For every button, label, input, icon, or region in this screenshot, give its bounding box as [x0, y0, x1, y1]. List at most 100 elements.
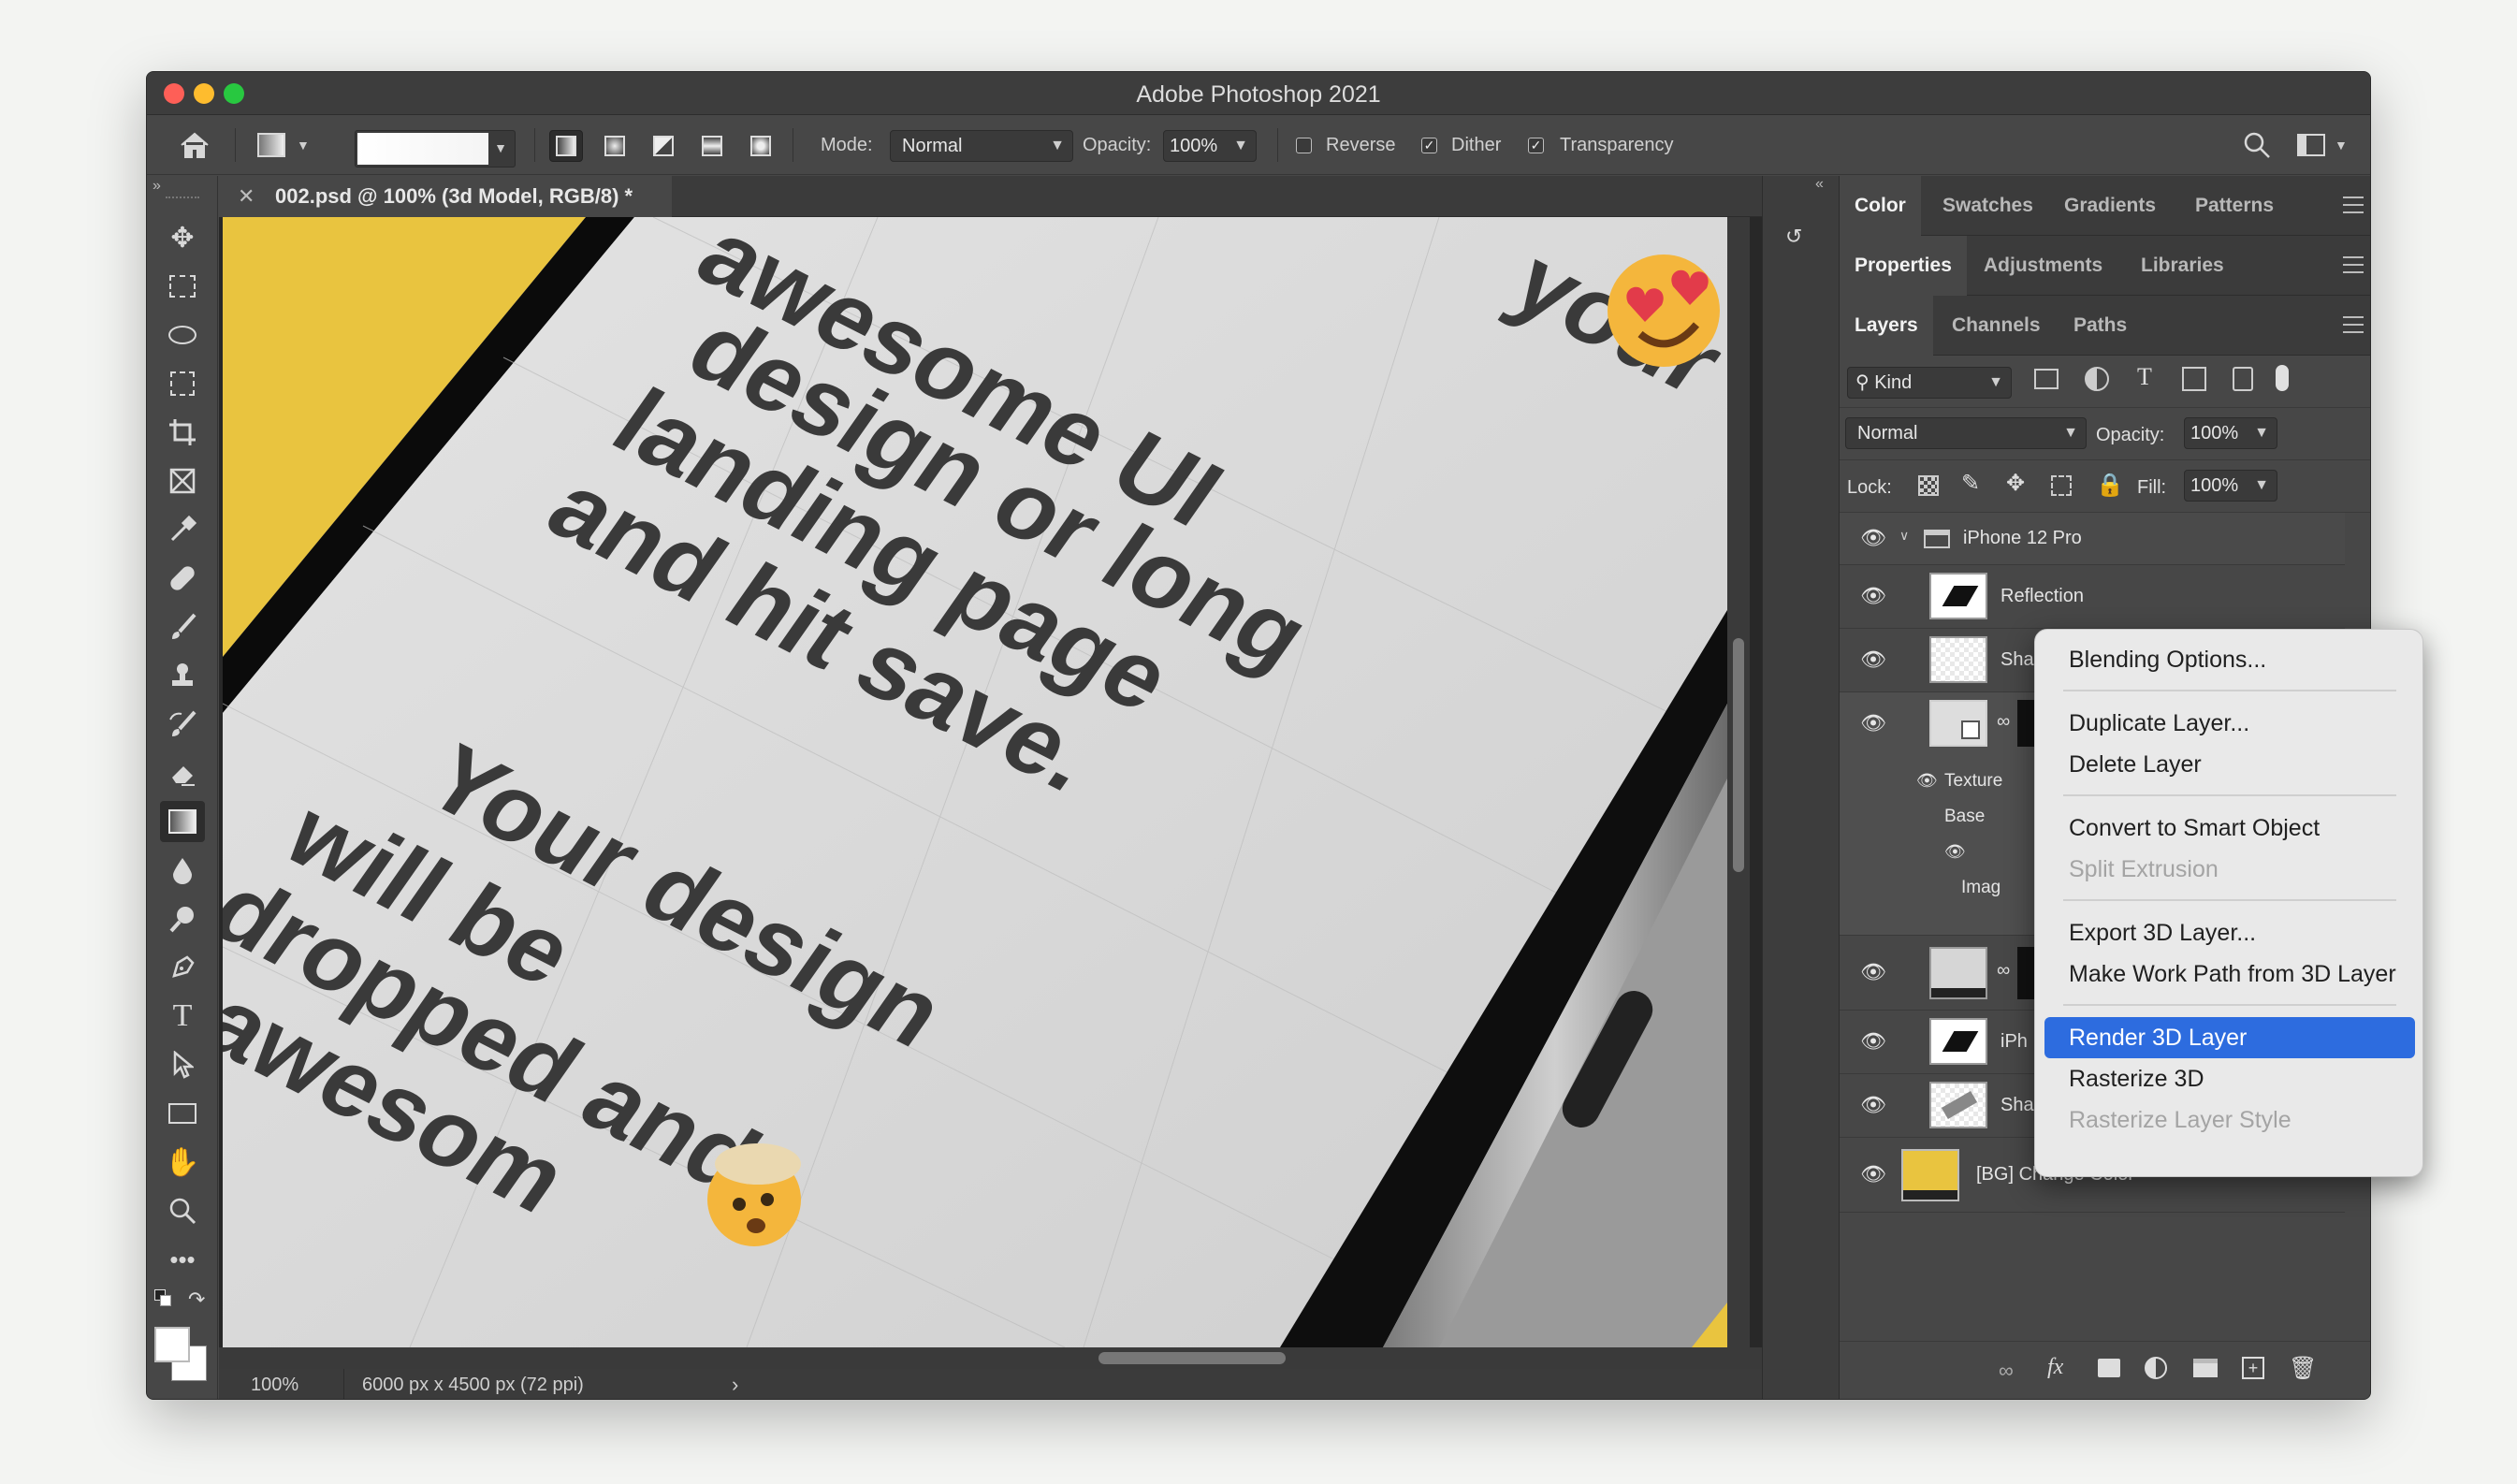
visibility-eye-icon[interactable]: 👁	[1860, 1029, 1886, 1054]
link-layers-icon[interactable]: ∞	[1999, 1359, 2014, 1383]
tab-properties[interactable]: Properties	[1840, 236, 1967, 296]
close-tab-icon[interactable]: ✕	[238, 176, 255, 217]
healing-brush-tool[interactable]	[160, 558, 205, 599]
panel-menu-icon[interactable]	[2343, 196, 2364, 213]
linear-gradient-button[interactable]	[549, 130, 583, 162]
fx-icon[interactable]: fx	[2047, 1355, 2063, 1380]
quick-selection-tool[interactable]	[160, 363, 205, 404]
visibility-eye-icon[interactable]: 👁	[1860, 960, 1886, 984]
filter-shape-icon[interactable]	[2182, 367, 2206, 391]
eyedropper-tool[interactable]	[160, 509, 205, 550]
panel-menu-icon[interactable]	[2343, 256, 2364, 273]
diamond-gradient-button[interactable]	[744, 130, 778, 162]
toolbar-grip[interactable]	[166, 196, 199, 202]
pen-tool[interactable]	[160, 947, 205, 988]
path-selection-tool[interactable]	[160, 1044, 205, 1085]
blur-tool[interactable]	[160, 850, 205, 891]
layer-filter-select[interactable]: ⚲ Kind ▼	[1847, 367, 2012, 399]
document-tab[interactable]: ✕ 002.psd @ 100% (3d Model, RGB/8) *	[219, 176, 672, 217]
swap-colors-button[interactable]: ↷	[188, 1288, 205, 1312]
new-adjustment-icon[interactable]	[2145, 1357, 2167, 1379]
tab-swatches[interactable]: Swatches	[1942, 176, 2033, 236]
menu-export-3d-layer[interactable]: Export 3D Layer...	[2054, 912, 2406, 953]
marquee-tool[interactable]	[160, 266, 205, 307]
history-panel-button[interactable]: ↺	[1785, 225, 1817, 256]
reflected-gradient-button[interactable]	[695, 130, 729, 162]
move-tool[interactable]: ✥	[160, 217, 205, 258]
menu-convert-to-smart-object[interactable]: Convert to Smart Object	[2054, 807, 2406, 849]
workspace-switcher[interactable]: ▼	[2297, 115, 2348, 175]
image-sublayer[interactable]: Imag	[1961, 878, 2001, 898]
visibility-eye-icon[interactable]: 👁	[1860, 647, 1886, 672]
crop-tool[interactable]	[160, 412, 205, 453]
visibility-eye-icon[interactable]: 👁	[1860, 584, 1886, 608]
filter-pixel-icon[interactable]	[2034, 369, 2059, 389]
visibility-eye-icon[interactable]: 👁	[1860, 711, 1886, 735]
filter-type-icon[interactable]: T	[2137, 363, 2152, 391]
tab-layers[interactable]: Layers	[1840, 296, 1933, 356]
visibility-eye-icon[interactable]: 👁	[1944, 842, 1966, 862]
search-button[interactable]	[2243, 115, 2271, 175]
lock-all-icon[interactable]: 🔒	[2096, 472, 2124, 499]
mode-select[interactable]: Normal ▼	[890, 130, 1073, 162]
lock-artboard-icon[interactable]	[2051, 475, 2072, 496]
reverse-checkbox[interactable]	[1296, 138, 1312, 153]
collapse-toolbar-icon[interactable]: »	[153, 178, 161, 195]
home-button[interactable]	[179, 115, 211, 175]
panel-menu-icon[interactable]	[2343, 316, 2364, 333]
texture-sublayer[interactable]: Texture	[1944, 771, 2002, 792]
horizontal-scrollbar[interactable]	[219, 1347, 1868, 1369]
gradient-tool[interactable]	[160, 801, 205, 842]
radial-gradient-button[interactable]	[598, 130, 632, 162]
layer-reflection[interactable]: 👁 Reflection	[1840, 565, 2345, 629]
status-menu-chevron-icon[interactable]: ›	[732, 1373, 738, 1397]
gradient-picker[interactable]: ▼	[355, 130, 516, 167]
tab-color[interactable]: Color	[1840, 176, 1921, 236]
tab-channels[interactable]: Channels	[1952, 296, 2041, 356]
horizontal-scroll-thumb[interactable]	[1098, 1352, 1286, 1364]
tool-preset-picker[interactable]: ▼	[257, 115, 310, 175]
add-mask-icon[interactable]	[2098, 1359, 2120, 1377]
layer-group-iphone[interactable]: 👁 ∨ iPhone 12 Pro	[1840, 513, 2345, 565]
base-sublayer[interactable]: Base	[1944, 807, 1985, 827]
visibility-eye-icon[interactable]: 👁	[1916, 771, 1938, 791]
tab-gradients[interactable]: Gradients	[2064, 176, 2156, 236]
blend-mode-select[interactable]: Normal ▼	[1845, 417, 2087, 449]
visibility-eye-icon[interactable]: 👁	[1860, 526, 1886, 550]
menu-blending-options[interactable]: Blending Options...	[2054, 639, 2406, 680]
menu-delete-layer[interactable]: Delete Layer	[2054, 744, 2406, 785]
fill-field[interactable]: 100% ▼	[2184, 470, 2277, 502]
menu-render-3d-layer[interactable]: Render 3D Layer	[2044, 1017, 2415, 1058]
type-tool[interactable]: T	[160, 996, 205, 1037]
tab-adjustments[interactable]: Adjustments	[1984, 236, 2102, 296]
rectangle-tool[interactable]	[160, 1093, 205, 1134]
trash-icon[interactable]: 🗑	[2289, 1355, 2317, 1382]
zoom-tool[interactable]	[160, 1190, 205, 1231]
new-layer-icon[interactable]: +	[2242, 1357, 2264, 1379]
dodge-tool[interactable]	[160, 898, 205, 939]
foreground-color-swatch[interactable]	[154, 1327, 190, 1362]
angle-gradient-button[interactable]	[647, 130, 680, 162]
lock-paint-icon[interactable]: ✎	[1961, 470, 1980, 497]
opacity-field[interactable]: 100% ▼	[1163, 130, 1257, 162]
hand-tool[interactable]: ✋	[160, 1142, 205, 1183]
lock-position-icon[interactable]: ✥	[2006, 470, 2025, 497]
tab-paths[interactable]: Paths	[2073, 296, 2127, 356]
new-group-icon[interactable]	[2193, 1359, 2218, 1377]
menu-rasterize-3d[interactable]: Rasterize 3D	[2054, 1058, 2406, 1099]
layer-opacity-field[interactable]: 100% ▼	[2184, 417, 2277, 449]
dither-checkbox[interactable]: ✓	[1421, 138, 1437, 153]
tab-patterns[interactable]: Patterns	[2195, 176, 2274, 236]
default-colors-button[interactable]	[154, 1289, 175, 1310]
brush-tool[interactable]	[160, 606, 205, 647]
filter-smart-object-icon[interactable]	[2233, 367, 2253, 391]
menu-duplicate-layer[interactable]: Duplicate Layer...	[2054, 703, 2406, 744]
history-brush-tool[interactable]	[160, 704, 205, 745]
transparency-checkbox[interactable]: ✓	[1528, 138, 1544, 153]
edit-toolbar-button[interactable]: •••	[160, 1239, 205, 1280]
frame-tool[interactable]	[160, 460, 205, 502]
filter-adjustment-icon[interactable]	[2085, 367, 2109, 391]
filter-toggle-switch[interactable]	[2276, 365, 2289, 391]
chevron-down-icon[interactable]: ∨	[1899, 528, 1909, 544]
visibility-eye-icon[interactable]: 👁	[1860, 1093, 1886, 1117]
